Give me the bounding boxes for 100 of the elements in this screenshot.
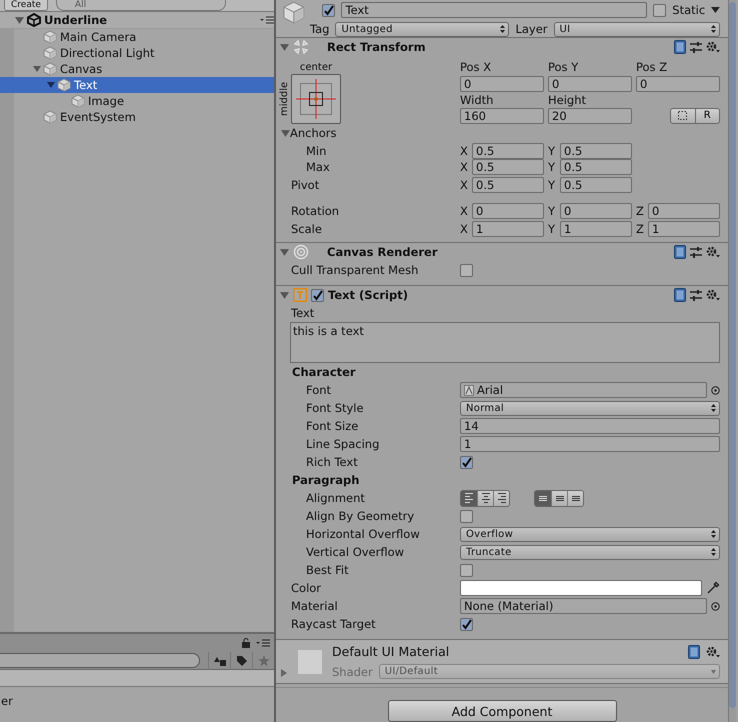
field-label: Pivot bbox=[291, 178, 320, 192]
number-field[interactable]: 0 bbox=[460, 76, 544, 92]
gear-icon[interactable] bbox=[706, 246, 720, 258]
eyedropper-icon[interactable] bbox=[706, 581, 720, 596]
anchor-preset-button[interactable] bbox=[291, 74, 341, 124]
search-field[interactable]: All bbox=[56, 0, 226, 11]
field-label: Font bbox=[306, 383, 332, 398]
section-heading: Paragraph bbox=[291, 472, 360, 490]
expand-arrow-icon[interactable] bbox=[281, 128, 290, 138]
hierarchy-item[interactable]: Image bbox=[0, 93, 274, 109]
search-field[interactable] bbox=[0, 653, 200, 668]
number-field[interactable]: 160 bbox=[460, 108, 544, 124]
field-label: Align By Geometry bbox=[306, 509, 416, 524]
align-button[interactable] bbox=[493, 490, 509, 506]
number-field[interactable]: 0 bbox=[472, 203, 544, 220]
unity-logo-icon bbox=[27, 13, 41, 27]
number-field[interactable]: 0.5 bbox=[560, 143, 632, 160]
dropdown[interactable]: Normal bbox=[460, 400, 720, 416]
caret-icon[interactable] bbox=[711, 7, 720, 13]
number-field[interactable]: 0 bbox=[560, 203, 632, 220]
layer-dropdown[interactable]: UI bbox=[554, 22, 720, 36]
number-field[interactable]: 0 bbox=[648, 203, 720, 220]
enable-checkbox[interactable] bbox=[311, 288, 324, 302]
help-book-icon[interactable] bbox=[674, 288, 686, 302]
number-field[interactable]: 0.5 bbox=[560, 159, 632, 176]
checkbox[interactable] bbox=[460, 564, 473, 577]
help-book-icon[interactable] bbox=[688, 644, 700, 659]
number-field[interactable]: 20 bbox=[548, 108, 632, 124]
expand-arrow-icon[interactable] bbox=[280, 669, 288, 677]
dotted-square-icon bbox=[678, 111, 688, 120]
axis-label: X bbox=[460, 204, 469, 218]
size-label: Width bbox=[460, 92, 494, 107]
sliders-icon[interactable] bbox=[690, 246, 702, 258]
active-checkbox[interactable] bbox=[322, 4, 335, 16]
shader-dropdown[interactable]: UI/Default bbox=[378, 664, 720, 680]
checkbox[interactable] bbox=[460, 456, 473, 469]
checkbox[interactable] bbox=[460, 618, 473, 631]
section-heading: Character bbox=[291, 364, 357, 382]
sliders-icon[interactable] bbox=[690, 41, 702, 54]
expand-arrow-icon[interactable] bbox=[32, 65, 40, 73]
hierarchy-item[interactable]: EventSystem bbox=[0, 109, 274, 125]
gear-icon[interactable] bbox=[706, 289, 720, 302]
component-title: Canvas Renderer bbox=[327, 245, 439, 260]
number-field[interactable]: 0.5 bbox=[560, 177, 632, 194]
text-component-icon bbox=[293, 288, 307, 302]
align-button[interactable] bbox=[461, 490, 477, 506]
color-field[interactable] bbox=[460, 580, 702, 596]
dropdown[interactable]: Truncate bbox=[460, 544, 720, 560]
asset-item[interactable]: er bbox=[1, 694, 13, 708]
lock-icon[interactable] bbox=[242, 638, 250, 648]
gear-icon[interactable] bbox=[706, 646, 720, 658]
dropdown-arrows-icon bbox=[711, 404, 716, 412]
align-button[interactable] bbox=[551, 490, 567, 506]
help-book-icon[interactable] bbox=[674, 245, 686, 260]
expand-arrow-icon[interactable] bbox=[15, 16, 24, 24]
number-field[interactable]: 1 bbox=[472, 221, 544, 238]
hierarchy-item[interactable]: Canvas bbox=[0, 61, 274, 77]
help-book-icon[interactable] bbox=[674, 40, 686, 54]
number-field[interactable]: 1 bbox=[560, 221, 632, 238]
number-field[interactable]: 0 bbox=[636, 76, 720, 92]
menu-icon[interactable] bbox=[260, 16, 274, 24]
expand-arrow-icon[interactable] bbox=[280, 290, 289, 300]
input-field[interactable]: 1 bbox=[460, 436, 720, 452]
object-field[interactable]: None (Material) bbox=[460, 598, 707, 614]
static-checkbox[interactable] bbox=[653, 4, 666, 16]
sliders-icon[interactable] bbox=[690, 289, 702, 302]
checkbox[interactable] bbox=[460, 264, 473, 277]
align-button[interactable] bbox=[477, 490, 493, 506]
field-label: Font Style bbox=[306, 401, 365, 416]
checkbox[interactable] bbox=[460, 510, 473, 523]
expand-arrow-icon[interactable] bbox=[280, 42, 289, 52]
hierarchy-item[interactable]: Directional Light bbox=[0, 45, 274, 61]
number-field[interactable]: 0.5 bbox=[472, 159, 544, 176]
expand-arrow-icon[interactable] bbox=[280, 248, 289, 257]
input-field[interactable]: 14 bbox=[460, 418, 720, 434]
create-button[interactable]: Create bbox=[4, 0, 48, 11]
number-field[interactable]: 0 bbox=[548, 76, 632, 92]
object-picker-icon[interactable] bbox=[711, 386, 720, 395]
align-button[interactable] bbox=[567, 490, 583, 506]
field-label: Raycast Target bbox=[291, 617, 377, 632]
expand-arrow-icon[interactable] bbox=[46, 81, 54, 89]
number-field[interactable]: 0.5 bbox=[472, 143, 544, 160]
object-field[interactable]: Arial bbox=[460, 382, 707, 398]
dropdown[interactable]: Overflow bbox=[460, 526, 720, 542]
gear-icon[interactable] bbox=[706, 41, 720, 54]
text-area[interactable]: this is a text bbox=[290, 322, 720, 364]
add-component-button[interactable]: Add Component bbox=[388, 700, 616, 722]
number-field[interactable]: 0.5 bbox=[472, 177, 544, 194]
scrollbar[interactable] bbox=[729, 2, 736, 708]
axis-label: X bbox=[460, 222, 469, 236]
name-field[interactable]: Text bbox=[340, 2, 648, 18]
align-button[interactable] bbox=[535, 490, 551, 506]
menu-icon[interactable] bbox=[256, 639, 270, 647]
field-label: Max bbox=[306, 160, 331, 174]
hierarchy-item[interactable]: Text bbox=[0, 77, 274, 93]
hierarchy-item[interactable]: Main Camera bbox=[0, 29, 274, 45]
object-picker-icon[interactable] bbox=[711, 602, 720, 611]
tag-dropdown[interactable]: Untagged bbox=[335, 22, 510, 36]
align-icon bbox=[465, 493, 473, 504]
number-field[interactable]: 1 bbox=[648, 221, 720, 238]
